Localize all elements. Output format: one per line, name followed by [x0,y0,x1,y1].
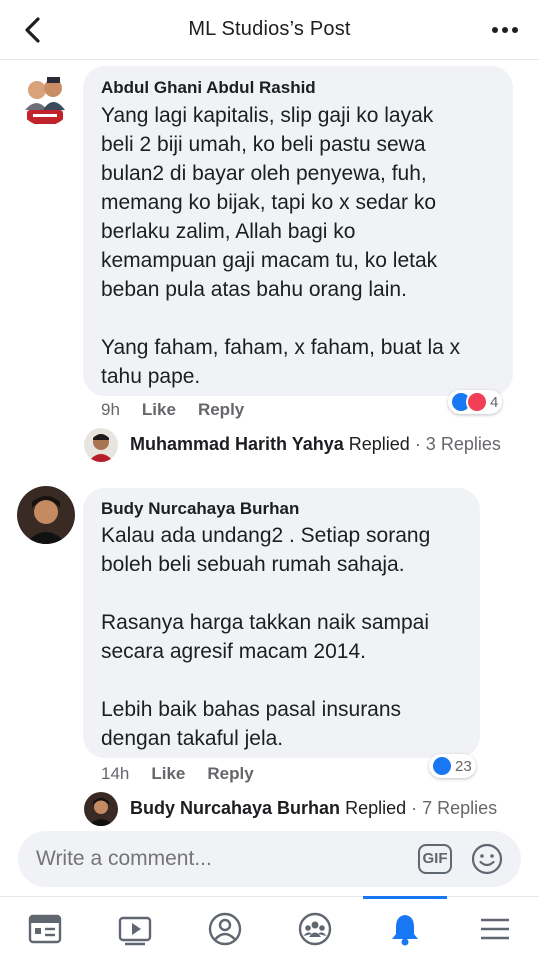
reply-verb: Replied [348,434,410,454]
reply-count: · 3 Replies [414,434,501,454]
watch-icon[interactable] [90,897,180,960]
reply-avatar[interactable] [84,792,118,826]
reply-button[interactable]: Reply [198,400,244,419]
bottom-navigation [0,896,539,960]
profile-icon[interactable] [180,897,270,960]
more-options-icon[interactable] [491,20,519,40]
comment-text: Yang lagi kapitalis, slip gaji ko layak … [101,104,461,388]
groups-icon[interactable] [270,897,360,960]
gif-button[interactable]: GIF [418,844,452,874]
like-button[interactable]: Like [151,764,185,783]
menu-icon[interactable] [450,897,539,960]
comment-time: 14h [101,764,130,783]
notifications-icon[interactable] [360,897,450,960]
replies-link[interactable]: Budy Nurcahaya Burhan Replied · 7 Replie… [130,798,497,819]
reply-avatar[interactable] [84,428,118,462]
reply-author: Budy Nurcahaya Burhan [130,798,341,818]
comment-author[interactable]: Abdul Ghani Abdul Rashid [101,78,316,98]
reply-author: Muhammad Harith Yahya [130,434,344,454]
replies-link[interactable]: Muhammad Harith Yahya Replied · 3 Replie… [130,434,501,455]
comment-actions: 9h Like Reply [101,400,266,420]
news-feed-icon[interactable] [0,897,90,960]
reaction-count: 4 [490,393,499,411]
top-bar: ML Studios’s Post [0,0,539,60]
love-reaction-icon [466,391,488,413]
comment-input[interactable] [36,847,396,871]
comment-composer[interactable]: GIF [18,831,521,887]
reply-count: · 7 Replies [411,798,498,818]
comment-author[interactable]: Budy Nurcahaya Burhan [101,499,299,519]
like-reaction-icon [431,755,453,777]
like-button[interactable]: Like [142,400,176,419]
reply-verb: Replied [345,798,407,818]
comment-text: Kalau ada undang2 . Setiap sorang boleh … [101,524,431,750]
avatar[interactable] [17,70,73,126]
page-title: ML Studios’s Post [188,18,351,40]
avatar[interactable] [17,486,75,544]
reaction-summary[interactable]: 4 [448,390,503,414]
reply-button[interactable]: Reply [207,764,253,783]
reaction-summary[interactable]: 23 [429,754,476,778]
comment-time: 9h [101,400,120,419]
reaction-count: 23 [455,757,472,775]
comment-actions: 14h Like Reply [101,764,276,784]
emoji-icon[interactable] [471,843,503,875]
